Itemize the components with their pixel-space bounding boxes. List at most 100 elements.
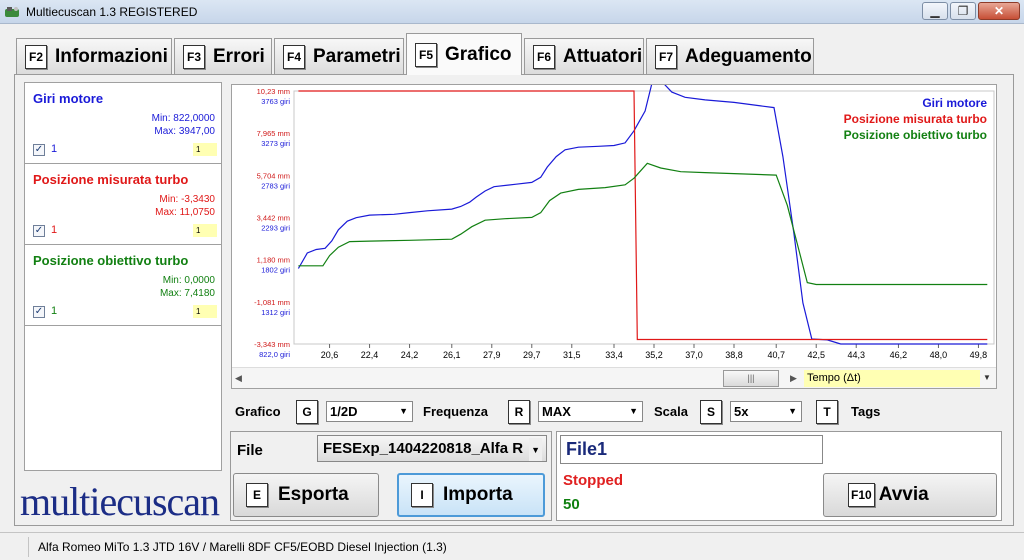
- grafico-select[interactable]: 1/2D ▼: [326, 401, 413, 422]
- chart-legend-entry: Posizione obiettivo turbo: [844, 128, 987, 142]
- importa-button[interactable]: I Importa: [397, 473, 545, 517]
- tab-adeguamento[interactable]: F7 Adeguamento: [646, 38, 814, 74]
- chevron-down-icon[interactable]: ▼: [983, 373, 991, 382]
- file-panel: File FESExp_1404220818_Alfa R ▼ E Esport…: [230, 431, 552, 521]
- status-separator: [28, 537, 29, 557]
- x-tick-label: 31,5: [563, 350, 581, 360]
- y-tick-label-giri: 2293 giri: [261, 224, 290, 233]
- x-tick-label: 20,6: [321, 350, 339, 360]
- x-tick-label: 40,7: [767, 350, 785, 360]
- series-panel: Giri motore Min: 822,0000 Max: 3947,00 ✓…: [24, 82, 222, 471]
- scala-select-value: 5x: [734, 404, 749, 419]
- tab-key-f3: F3: [183, 44, 205, 69]
- tab-key-f2: F2: [25, 44, 47, 69]
- y-tick-label-mm: 7,965 mm: [257, 129, 290, 138]
- y-tick-label-mm: 1,180 mm: [257, 256, 290, 265]
- tab-key-f5: F5: [415, 42, 437, 67]
- y-tick-label-giri: 3273 giri: [261, 139, 290, 148]
- chevron-down-icon: ▼: [788, 406, 797, 416]
- series-item-giri-motore[interactable]: Giri motore Min: 822,0000 Max: 3947,00 ✓…: [25, 83, 221, 164]
- series-min: Min: 822,0000: [151, 113, 215, 124]
- x-tick-label: 49,8: [970, 350, 988, 360]
- series-axis-index: 1: [51, 143, 58, 155]
- recording-name-field[interactable]: File1: [560, 435, 823, 464]
- line-chart: 10,23 mm3763 giri 7,965 mm3273 giri 5,704 …: [254, 85, 995, 360]
- chart-scrollbar[interactable]: ◀ ||| ▶ Tempo (Δt) ▼: [232, 367, 996, 388]
- tab-label: Informazioni: [55, 45, 168, 67]
- series-axis-index: 1: [51, 305, 58, 317]
- scroll-thumb[interactable]: |||: [723, 370, 779, 387]
- y-tick-label-giri: 1312 giri: [261, 308, 290, 317]
- chevron-down-icon: ▼: [629, 406, 638, 416]
- chart-area[interactable]: 10,23 mm 3763 giri 7,965 mm 3273 giri 5,704 …: [231, 84, 997, 389]
- series-name: Giri motore: [33, 91, 104, 106]
- y-tick-label-giri: 2783 giri: [261, 181, 290, 190]
- scala-key: S: [700, 400, 722, 424]
- x-tick-label: 42,5: [807, 350, 825, 360]
- tab-attuatori[interactable]: F6 Attuatori: [524, 38, 644, 74]
- x-tick-label: 38,8: [725, 350, 743, 360]
- y-tick-label-giri: 822,0 giri: [259, 350, 290, 359]
- avvia-key: F10: [848, 483, 875, 507]
- scroll-right-arrow-icon[interactable]: ▶: [790, 373, 797, 384]
- tab-label: Adeguamento: [685, 45, 812, 67]
- tab-errori[interactable]: F3 Errori: [174, 38, 272, 74]
- series-name: Posizione misurata turbo: [33, 172, 189, 187]
- close-button[interactable]: ✕: [978, 2, 1020, 20]
- series-axis-index: 1: [51, 224, 58, 236]
- esporta-label: Esporta: [278, 484, 349, 505]
- series-name: Posizione obiettivo turbo: [33, 253, 189, 268]
- minimize-button[interactable]: ▁: [922, 2, 948, 20]
- frequenza-key: R: [508, 400, 530, 424]
- scala-label: Scala: [654, 404, 688, 419]
- avvia-label: Avvia: [878, 484, 929, 505]
- series-scale-field[interactable]: 1: [193, 143, 217, 156]
- scroll-left-arrow-icon[interactable]: ◀: [235, 373, 242, 384]
- y-tick-label-mm: -1,081 mm: [254, 298, 290, 307]
- importa-label: Importa: [443, 484, 513, 505]
- series-item-posizione-misurata[interactable]: Posizione misurata turbo Min: -3,3430 Ma…: [25, 164, 221, 245]
- tab-label: Errori: [213, 45, 265, 67]
- restore-button[interactable]: ❐: [950, 2, 976, 20]
- chart-legend-entry: Giri motore: [922, 96, 987, 110]
- x-tick-label: 29,7: [523, 350, 541, 360]
- y-tick-label-mm: 5,704 mm: [257, 171, 290, 180]
- series-checkbox[interactable]: ✓: [33, 306, 45, 318]
- tab-key-f6: F6: [533, 44, 555, 69]
- tab-label: Attuatori: [563, 45, 643, 67]
- x-tick-label: 26,1: [443, 350, 461, 360]
- esporta-key: E: [246, 483, 268, 507]
- importa-key: I: [411, 483, 433, 507]
- scala-select[interactable]: 5x ▼: [730, 401, 802, 422]
- file-select[interactable]: FESExp_1404220818_Alfa R ▼: [317, 435, 547, 462]
- multiecuscan-logo: multiecuscan: [20, 479, 220, 524]
- file-select-value: FESExp_1404220818_Alfa R: [323, 440, 524, 457]
- avvia-button[interactable]: F10 Avvia: [823, 473, 997, 517]
- series-scale-field[interactable]: 1: [193, 224, 217, 237]
- tab-informazioni[interactable]: F2 Informazioni: [16, 38, 172, 74]
- x-axis-field-select[interactable]: Tempo (Δt): [804, 370, 980, 387]
- tab-key-f7: F7: [655, 44, 677, 69]
- window-title: Multiecuscan 1.3 REGISTERED: [26, 5, 198, 19]
- tab-grafico[interactable]: F5 Grafico: [406, 33, 522, 75]
- x-tick-label: 24,2: [401, 350, 419, 360]
- x-tick-label: 48,0: [930, 350, 948, 360]
- tags-key[interactable]: T: [816, 400, 838, 424]
- series-checkbox[interactable]: ✓: [33, 144, 45, 156]
- tab-key-f4: F4: [283, 44, 305, 69]
- status-bar: Alfa Romeo MiTo 1.3 JTD 16V / Marelli 8D…: [0, 532, 1024, 560]
- x-tick-label: 33,4: [605, 350, 623, 360]
- y-tick-label-mm: -3,343 mm: [254, 340, 290, 349]
- chart-legend-entry: Posizione misurata turbo: [844, 112, 987, 126]
- frequenza-select-value: MAX: [542, 404, 571, 419]
- x-tick-label: 46,2: [890, 350, 908, 360]
- y-tick-label-giri: 3763 giri: [261, 97, 290, 106]
- vehicle-info: Alfa Romeo MiTo 1.3 JTD 16V / Marelli 8D…: [38, 540, 447, 554]
- tags-label: Tags: [851, 404, 881, 419]
- series-scale-field[interactable]: 1: [193, 305, 217, 318]
- series-checkbox[interactable]: ✓: [33, 225, 45, 237]
- esporta-button[interactable]: E Esporta: [233, 473, 379, 517]
- tab-parametri[interactable]: F4 Parametri: [274, 38, 404, 74]
- series-item-posizione-obiettivo[interactable]: Posizione obiettivo turbo Min: 0,0000 Ma…: [25, 245, 221, 326]
- frequenza-select[interactable]: MAX ▼: [538, 401, 643, 422]
